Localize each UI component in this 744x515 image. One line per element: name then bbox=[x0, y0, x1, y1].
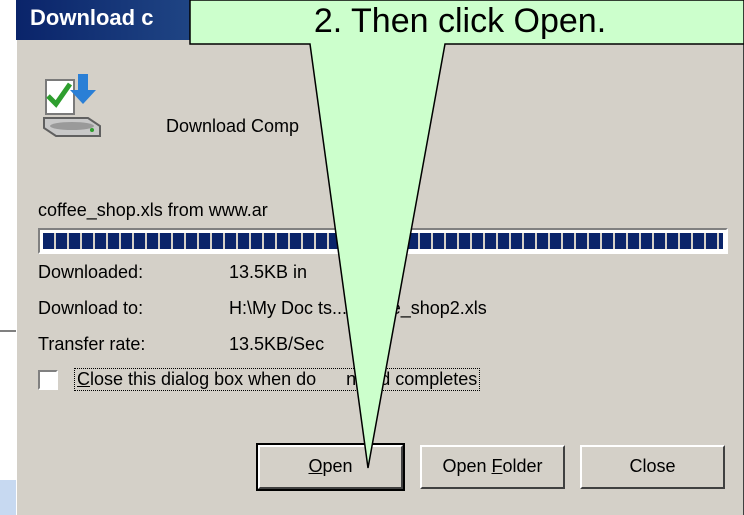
callout-instruction-text: 2. Then click Open. bbox=[313, 2, 607, 40]
instruction-callout bbox=[189, 0, 744, 469]
